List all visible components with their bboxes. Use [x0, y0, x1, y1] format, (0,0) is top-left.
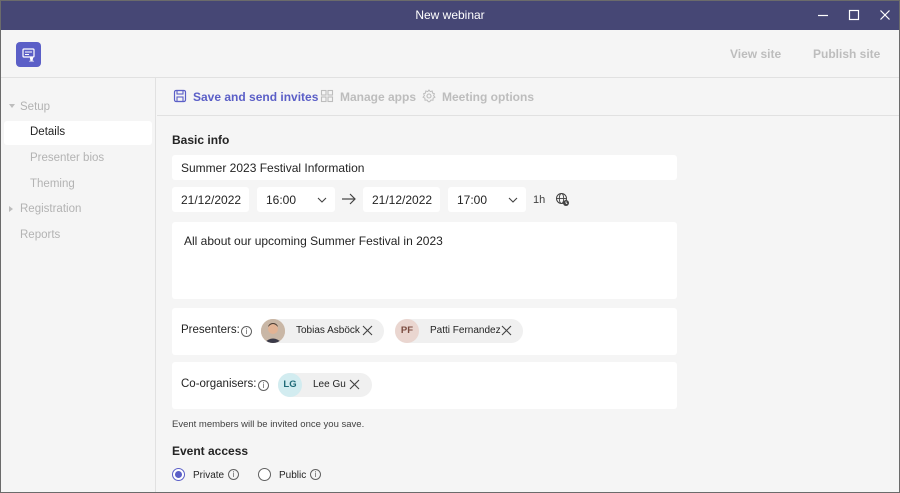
main-content: Save and send invites Manage apps Meetin… — [157, 78, 899, 492]
presenter-chip-tobias: Tobias Asböck — [261, 319, 384, 343]
info-icon[interactable]: i — [241, 326, 252, 337]
sidebar-item-label: Setup — [20, 101, 51, 113]
gear-icon — [422, 89, 436, 103]
start-time-dropdown[interactable]: 16:00 — [257, 187, 335, 212]
description-value: All about our upcoming Summer Festival i… — [184, 234, 443, 248]
sidebar-item-label: Registration — [20, 203, 82, 215]
view-site-button[interactable]: View site — [730, 47, 781, 61]
save-icon — [173, 89, 187, 103]
meeting-options-label: Meeting options — [442, 90, 534, 104]
chevron-down-icon — [508, 197, 518, 203]
presenter-chip-patti: PF Patti Fernandez — [395, 319, 523, 343]
end-date-picker[interactable]: 21/12/2022 — [363, 187, 440, 212]
private-label: Private — [193, 470, 225, 481]
info-icon[interactable]: i — [228, 469, 239, 480]
presenters-label: Presenters: — [181, 324, 240, 336]
public-label: Public — [279, 470, 307, 481]
end-time-value: 17:00 — [457, 193, 488, 207]
end-time-dropdown[interactable]: 17:00 — [448, 187, 526, 212]
coorganiser-name: Lee Gu — [313, 379, 346, 390]
sidebar-item-theming[interactable]: Theming — [1, 173, 156, 197]
webinar-title-value: Summer 2023 Festival Information — [181, 161, 365, 175]
app-window: New webinar View site Publish site Setup — [0, 0, 900, 493]
sidebar-item-registration[interactable]: Registration — [1, 198, 156, 222]
webinar-app-icon — [16, 42, 41, 67]
duration-label: 1h — [533, 194, 546, 206]
sidebar-item-presenter-bios[interactable]: Presenter bios — [1, 147, 156, 171]
basic-info-heading: Basic info — [172, 133, 230, 147]
manage-apps-label: Manage apps — [340, 90, 417, 104]
start-time-value: 16:00 — [266, 193, 297, 207]
maximize-icon[interactable] — [844, 5, 864, 25]
sidebar-item-details[interactable]: Details — [4, 121, 152, 145]
avatar: PF — [395, 319, 419, 343]
chevron-right-icon — [9, 206, 13, 212]
event-access-heading: Event access — [172, 444, 249, 458]
close-icon[interactable] — [875, 5, 895, 25]
description-textarea[interactable]: All about our upcoming Summer Festival i… — [172, 222, 677, 299]
chevron-down-icon — [9, 104, 15, 108]
start-date-value: 21/12/2022 — [181, 193, 242, 207]
radio-selected-icon — [172, 468, 185, 481]
sidebar-item-label: Reports — [20, 229, 61, 241]
start-date-picker[interactable]: 21/12/2022 — [172, 187, 249, 212]
public-radio[interactable]: Public i — [258, 468, 328, 482]
invite-note: Event members will be invited once you s… — [172, 419, 365, 430]
minimize-icon[interactable] — [813, 5, 833, 25]
coorganisers-field[interactable]: Co-organisers: i LG Lee Gu — [172, 362, 677, 409]
info-icon[interactable]: i — [258, 380, 269, 391]
remove-icon[interactable] — [349, 379, 360, 390]
webinar-title-input[interactable]: Summer 2023 Festival Information — [172, 155, 677, 180]
sidebar: Setup Details Presenter bios Theming Reg… — [1, 78, 156, 492]
toolbar: Save and send invites Manage apps Meetin… — [157, 78, 899, 116]
apps-icon — [320, 89, 334, 103]
app-header: View site Publish site — [1, 30, 899, 78]
sidebar-item-label: Theming — [30, 178, 75, 190]
window-title: New webinar — [415, 8, 485, 22]
avatar: LG — [278, 373, 302, 397]
sidebar-item-setup[interactable]: Setup — [1, 96, 156, 120]
arrow-right-icon — [342, 193, 356, 205]
publish-site-button[interactable]: Publish site — [813, 47, 880, 61]
remove-icon[interactable] — [362, 325, 373, 336]
coorganisers-label: Co-organisers: — [181, 378, 257, 390]
timezone-globe-icon[interactable] — [555, 192, 570, 207]
sidebar-item-label: Details — [30, 126, 66, 138]
chevron-down-icon — [317, 197, 327, 203]
sidebar-item-reports[interactable]: Reports — [1, 224, 156, 248]
avatar — [261, 319, 285, 343]
private-radio[interactable]: Private i — [172, 468, 242, 482]
save-label: Save and send invites — [193, 90, 319, 104]
presenters-field[interactable]: Presenters: i Tobias Asböck PF Patti Fer… — [172, 308, 677, 355]
end-date-value: 21/12/2022 — [372, 193, 433, 207]
radio-unselected-icon — [258, 468, 271, 481]
title-bar: New webinar — [1, 1, 899, 30]
remove-icon[interactable] — [501, 325, 512, 336]
sidebar-item-label: Presenter bios — [30, 152, 105, 164]
presenter-name: Tobias Asböck — [296, 325, 360, 336]
presenter-name: Patti Fernandez — [430, 325, 501, 336]
coorganiser-chip-lee: LG Lee Gu — [278, 373, 372, 397]
info-icon[interactable]: i — [310, 469, 321, 480]
